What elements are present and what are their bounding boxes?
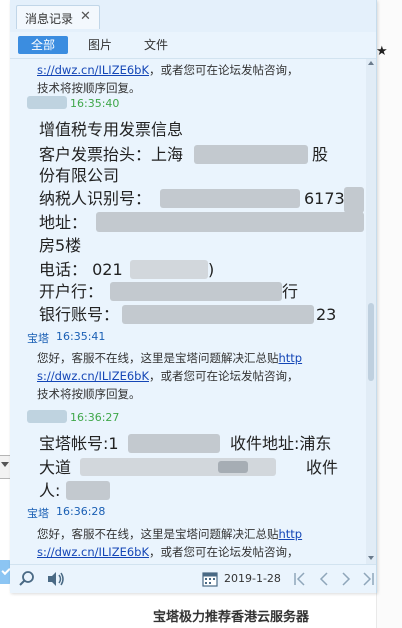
blurred-sender-name	[27, 96, 67, 109]
message-time: 16:35:40	[70, 97, 120, 110]
message-text: 房5楼	[39, 236, 82, 255]
message-time: 16:36:27	[70, 411, 120, 424]
list-item: s://dwz.cn/ILIZE6bK，或者您可在论坛发帖咨询，	[37, 369, 299, 383]
blurred-text	[122, 305, 314, 324]
first-page-button[interactable]	[292, 570, 308, 588]
next-page-icon	[342, 572, 351, 586]
message-link[interactable]: http	[279, 351, 303, 365]
scroll-up-icon[interactable]	[368, 61, 374, 65]
message-text: 收件地址:浦东	[230, 434, 332, 453]
message-text: 股	[312, 145, 329, 164]
blurred-text	[110, 282, 282, 301]
message-link[interactable]: s://dwz.cn/ILIZE6bK	[37, 63, 149, 77]
filter-bar: 全部 图片 文件	[10, 32, 376, 59]
message-text: 宝塔帐号:1	[39, 434, 119, 453]
message-text: 23	[316, 305, 337, 324]
message-list[interactable]: s://dwz.cn/ILIZE6bK，或者您可在论坛发帖咨询， 技术将按顺序回…	[10, 59, 366, 564]
filter-all[interactable]: 全部	[18, 36, 68, 54]
message-text: 行	[282, 282, 299, 301]
chevron-down-icon	[1, 462, 9, 467]
background-promo-text: 宝塔极力推荐香港云服务器	[153, 610, 310, 625]
message-text: 电话： 021	[39, 260, 123, 279]
speaker-icon	[48, 572, 64, 586]
prev-page-icon	[319, 572, 328, 586]
message-time: 16:36:28	[56, 505, 106, 518]
message-text: 人:	[39, 481, 61, 500]
next-page-button[interactable]	[338, 570, 354, 588]
message-text: 银行账号：	[39, 305, 120, 324]
message-link[interactable]: s://dwz.cn/ILIZE6bK	[37, 369, 149, 383]
last-page-icon	[363, 572, 374, 586]
message-sender: 宝塔	[27, 507, 49, 520]
blurred-text	[66, 481, 110, 500]
last-page-button[interactable]	[360, 570, 376, 588]
blurred-text	[128, 434, 220, 453]
message-text: 份有限公司	[39, 166, 120, 185]
list-item: s://dwz.cn/ILIZE6bK，或者您可在论坛发帖咨询，	[37, 63, 299, 77]
list-item: 您好，客服不在线，这里是宝塔问题解决汇总贴http	[37, 527, 303, 541]
first-page-icon	[294, 572, 305, 586]
tab-label: 消息记录	[25, 12, 74, 26]
tab-message-history[interactable]: 消息记录 ✕	[16, 5, 100, 29]
star-icon: ★	[376, 44, 388, 59]
current-date[interactable]: 2019-1-28	[224, 572, 281, 585]
message-text: 6173	[304, 189, 345, 208]
message-sender: 宝塔	[27, 332, 49, 345]
blurred-text	[194, 145, 308, 164]
prev-page-button[interactable]	[316, 570, 332, 588]
message-link[interactable]: http	[279, 527, 303, 541]
message-text: 地址：	[39, 213, 88, 232]
list-item: 您好，客服不在线，这里是宝塔问题解决汇总贴http	[37, 351, 303, 365]
blurred-text	[130, 260, 208, 279]
message-text: 纳税人识别号：	[39, 189, 152, 208]
filter-files[interactable]: 文件	[138, 36, 174, 54]
search-button[interactable]	[18, 570, 36, 588]
blurred-text	[96, 212, 364, 232]
message-text: 增值税专用发票信息	[39, 120, 184, 139]
window-tab-bar: 消息记录 ✕	[10, 0, 376, 32]
blurred-text	[344, 187, 364, 213]
message-text: 大道	[39, 458, 72, 477]
bottom-toolbar: 2019-1-28	[10, 564, 376, 593]
scroll-thumb[interactable]	[368, 303, 374, 381]
sound-button[interactable]	[46, 570, 66, 588]
background-page-edge	[376, 0, 402, 628]
message-text: 客户发票抬头：上海	[39, 145, 184, 164]
search-icon	[19, 571, 34, 586]
close-icon[interactable]: ✕	[80, 9, 91, 24]
message-text: 收件	[306, 458, 339, 477]
message-text: 技术将按顺序回复。	[37, 81, 141, 95]
list-item: s://dwz.cn/ILIZE6bK，或者您可在论坛发帖咨询，	[37, 545, 299, 559]
vertical-scrollbar[interactable]	[366, 59, 376, 564]
filter-images[interactable]: 图片	[82, 36, 118, 54]
message-time: 16:35:41	[56, 330, 106, 343]
message-history-window: 消息记录 ✕ 全部 图片 文件 s://dwz.cn/ILIZE6bK，或者您可…	[10, 0, 377, 593]
blurred-sender-name	[27, 410, 67, 423]
scroll-down-icon[interactable]	[368, 556, 374, 560]
blurred-text	[218, 461, 248, 473]
message-link[interactable]: s://dwz.cn/ILIZE6bK	[37, 545, 149, 559]
message-text: 技术将按顺序回复。	[37, 387, 141, 401]
blurred-text	[160, 189, 300, 208]
calendar-icon	[202, 572, 218, 587]
message-text: )	[208, 260, 215, 279]
calendar-button[interactable]	[202, 571, 218, 587]
message-text: 开户行：	[39, 282, 104, 301]
